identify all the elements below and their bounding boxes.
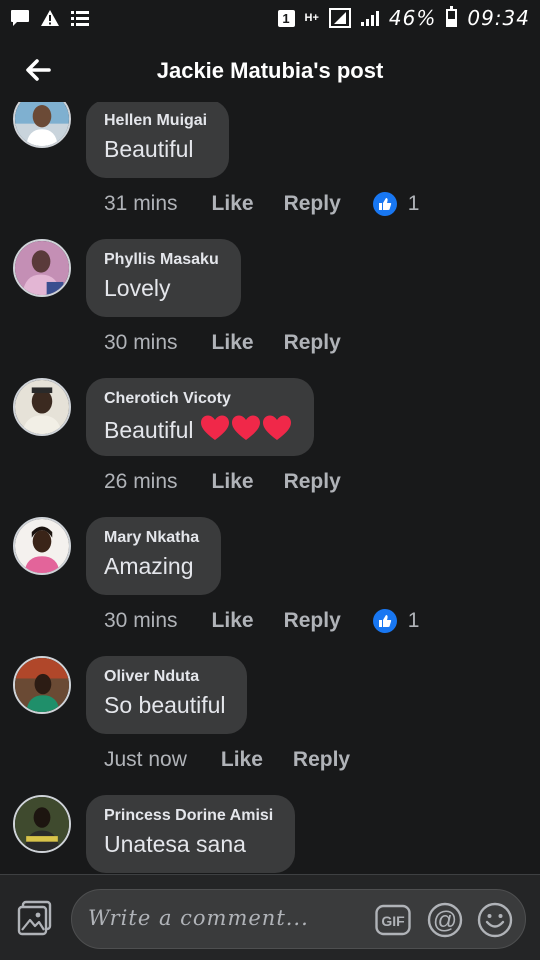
like-count: 1 [407, 609, 420, 632]
comment-text-row: Beautiful [104, 414, 292, 444]
comment-actions: 31 mins Like Reply 1 [104, 190, 419, 218]
comment-bubble[interactable]: Princess Dorine Amisi Unatesa sana [86, 795, 296, 873]
reply-button[interactable]: Reply [284, 609, 341, 633]
status-bar-left [10, 9, 90, 27]
comment-actions: 30 mins Like Reply [104, 329, 371, 357]
thumbs-up-icon [372, 192, 397, 216]
comment-author[interactable]: Princess Dorine Amisi [104, 807, 273, 825]
avatar-image [15, 797, 69, 851]
avatar-image [15, 241, 69, 295]
like-button[interactable]: Like [212, 470, 254, 494]
like-button[interactable]: Like [212, 609, 254, 633]
network-type: H+ [304, 12, 319, 24]
comment-actions: 30 mins Like Reply 1 [104, 607, 419, 635]
heart-icon [200, 415, 229, 440]
like-button[interactable]: Like [212, 331, 254, 355]
comment-text: So beautiful [104, 692, 226, 718]
reply-button[interactable]: Reply [293, 748, 350, 772]
notification-badge: 1 [277, 9, 295, 27]
comment-text: Lovely [104, 275, 171, 301]
comment-bubble[interactable]: Oliver Nduta So beautiful [86, 656, 248, 734]
comment-time[interactable]: 30 mins [104, 609, 178, 633]
reply-button[interactable]: Reply [284, 470, 341, 494]
comment-time[interactable]: 30 mins [104, 331, 178, 355]
hearts-emoji [200, 414, 292, 442]
photo-icon [17, 900, 52, 936]
heart-icon [262, 415, 291, 440]
comment-item: Mary Nkatha Amazing 30 mins Like Reply 1 [0, 517, 540, 656]
photo-button[interactable] [16, 899, 54, 937]
list-icon [71, 11, 89, 26]
battery-percent: 46% [388, 6, 437, 30]
avatar-image [15, 102, 69, 146]
status-bar: 1 H+ 46% 09:34 [0, 0, 540, 36]
comment-composer: Write a comment... GIF @ [0, 874, 540, 960]
comment-bubble[interactable]: Cherotich Vicoty Beautiful [86, 378, 314, 456]
reply-button[interactable]: Reply [284, 331, 341, 355]
gif-label: GIF [381, 913, 405, 929]
page-title: Jackie Matubia's post [156, 58, 384, 83]
avatar[interactable] [13, 378, 71, 436]
comment-time[interactable]: Just now [104, 748, 187, 772]
smiley-icon [477, 902, 513, 938]
at-label: @ [433, 907, 457, 934]
avatar[interactable] [13, 102, 71, 148]
comment-list[interactable]: Hellen Muigai Beautiful 31 mins Like Rep… [0, 102, 540, 874]
comment-item: Princess Dorine Amisi Unatesa sana [0, 795, 540, 874]
gif-button[interactable]: GIF [375, 902, 411, 938]
avatar-image [15, 519, 69, 573]
clock: 09:34 [467, 6, 530, 30]
comment-author[interactable]: Oliver Nduta [104, 668, 225, 686]
emoji-button[interactable] [477, 902, 513, 938]
like-button[interactable]: Like [212, 192, 254, 216]
gif-icon: GIF [375, 904, 411, 936]
message-icon [11, 10, 29, 26]
comment-item: Phyllis Masaku Lovely 30 mins Like Reply [0, 239, 540, 378]
thumbs-up-icon [372, 609, 397, 633]
avatar[interactable] [13, 656, 71, 714]
comment-author[interactable]: Cherotich Vicoty [104, 390, 292, 408]
reaction-count[interactable]: 1 [372, 609, 420, 633]
comment-text: Amazing [104, 553, 194, 579]
avatar[interactable] [13, 795, 71, 853]
battery-icon [446, 6, 458, 27]
status-bar-right: 1 H+ 46% 09:34 [277, 6, 530, 30]
avatar-image [15, 658, 69, 712]
comment-author[interactable]: Hellen Muigai [104, 112, 207, 130]
comment-author[interactable]: Mary Nkatha [104, 529, 199, 547]
app-bar: Jackie Matubia's post [0, 40, 540, 102]
mention-button[interactable]: @ [427, 902, 463, 938]
reaction-count[interactable]: 1 [372, 192, 420, 216]
comment-text: Beautiful [104, 136, 194, 162]
like-count: 1 [407, 192, 420, 215]
comment-bubble[interactable]: Mary Nkatha Amazing [86, 517, 222, 595]
signal-icon [328, 8, 351, 28]
warning-icon [41, 10, 59, 26]
comment-text: Unatesa sana [104, 831, 246, 857]
signal-bars-icon [360, 10, 379, 26]
comment-item: Hellen Muigai Beautiful 31 mins Like Rep… [0, 102, 540, 239]
comment-time[interactable]: 31 mins [104, 192, 178, 216]
comment-text: Beautiful [104, 417, 194, 443]
avatar[interactable] [13, 517, 71, 575]
like-button[interactable]: Like [221, 748, 263, 772]
comment-input-placeholder: Write a comment... [88, 906, 309, 930]
heart-icon [231, 415, 260, 440]
avatar[interactable] [13, 239, 71, 297]
avatar-image [15, 380, 69, 434]
comment-actions: Just now Like Reply [104, 746, 380, 774]
reply-button[interactable]: Reply [284, 192, 341, 216]
comment-actions: 26 mins Like Reply [104, 468, 371, 496]
comment-item: Oliver Nduta So beautiful Just now Like … [0, 656, 540, 795]
at-icon: @ [427, 902, 463, 938]
comment-bubble[interactable]: Phyllis Masaku Lovely [86, 239, 241, 317]
comment-time[interactable]: 26 mins [104, 470, 178, 494]
comment-author[interactable]: Phyllis Masaku [104, 251, 219, 269]
comment-item: Cherotich Vicoty Beautiful 26 mins Like … [0, 378, 540, 517]
comment-bubble[interactable]: Hellen Muigai Beautiful [86, 102, 230, 178]
comment-input[interactable]: Write a comment... GIF @ [71, 889, 526, 949]
